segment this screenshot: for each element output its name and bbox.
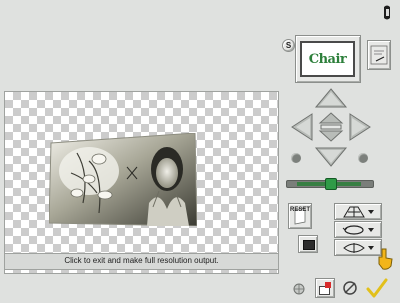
rotate-menu-button[interactable] xyxy=(334,221,382,238)
arrow-right-icon xyxy=(349,113,371,141)
nudge-up-button[interactable] xyxy=(314,87,348,109)
slider-track[interactable] xyxy=(286,178,374,190)
arrow-down-icon xyxy=(314,147,348,167)
perspective-icon xyxy=(343,206,365,217)
center-button[interactable] xyxy=(318,111,344,143)
small-dot-right[interactable] xyxy=(358,153,368,163)
print-button[interactable] xyxy=(367,40,391,70)
s-button[interactable]: S xyxy=(282,39,295,52)
thumbnail: Chair xyxy=(300,41,355,77)
arrow-up-icon xyxy=(314,88,348,108)
no-icon xyxy=(343,281,357,295)
ok-button[interactable] xyxy=(366,278,388,298)
thumbnail-text: Chair xyxy=(308,51,347,67)
checkmark-icon xyxy=(366,278,388,298)
flip-icon xyxy=(343,242,365,253)
chevron-down-icon xyxy=(368,209,374,214)
reset-label: RESET xyxy=(290,207,311,213)
reset-button[interactable]: RESET xyxy=(288,203,312,229)
placed-image[interactable] xyxy=(48,132,198,227)
center-icon xyxy=(318,112,344,142)
nudge-left-button[interactable] xyxy=(290,112,314,142)
status-bar[interactable]: Click to exit and make full resolution o… xyxy=(4,253,279,270)
rotate-icon xyxy=(342,224,364,235)
help-icon[interactable] xyxy=(380,4,394,22)
perspective-menu-button[interactable] xyxy=(334,203,382,220)
pointer-hand-icon xyxy=(374,247,396,271)
status-text: Click to exit and make full resolution o… xyxy=(64,256,219,265)
arrow-left-icon xyxy=(291,113,313,141)
thumbnail-toggle-button[interactable] xyxy=(298,235,318,253)
nudge-right-button[interactable] xyxy=(348,112,372,142)
thumbnail-panel[interactable]: Chair xyxy=(295,35,361,83)
slider-thumb[interactable] xyxy=(325,178,337,190)
export-button[interactable] xyxy=(315,278,335,298)
cancel-button[interactable] xyxy=(341,279,359,297)
print-icon xyxy=(370,45,388,65)
small-dot-left[interactable] xyxy=(291,153,301,163)
nudge-down-button[interactable] xyxy=(314,146,348,168)
grid-icon[interactable] xyxy=(293,282,305,295)
chevron-down-icon xyxy=(368,227,374,232)
